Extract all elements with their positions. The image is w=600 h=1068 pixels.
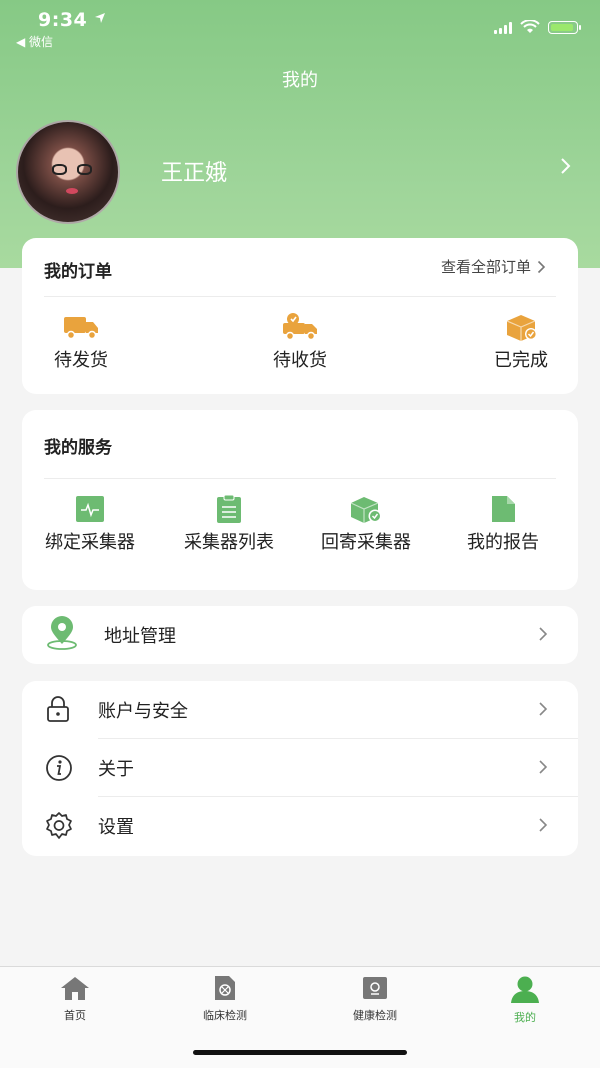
delivery-truck-icon	[283, 313, 317, 341]
address-row[interactable]: 地址管理	[22, 606, 578, 664]
service-device-list-label: 采集器列表	[184, 532, 274, 553]
service-my-report-label: 我的报告	[467, 532, 539, 553]
service-device-list[interactable]: 采集器列表	[163, 494, 295, 554]
account-security-row[interactable]: 账户与安全	[22, 681, 578, 739]
view-all-orders-label: 查看全部订单	[440, 258, 531, 276]
services-card-header: 我的服务	[44, 410, 556, 479]
status-indicators	[494, 20, 581, 34]
settings-card: 账户与安全 关于 设置	[22, 681, 578, 856]
order-completed-label: 已完成	[494, 350, 548, 371]
tab-clinical-test[interactable]: 临床检测	[175, 975, 275, 1023]
signal-icon	[494, 21, 512, 34]
service-bind-device[interactable]: 绑定采集器	[24, 494, 156, 554]
clinical-test-icon	[215, 976, 235, 1000]
user-name: 王正娥	[161, 161, 228, 186]
tab-clinical-test-label: 临床检测	[203, 1009, 247, 1022]
truck-icon	[64, 317, 98, 340]
orders-card-header: 我的订单 查看全部订单	[44, 238, 556, 297]
back-to-app[interactable]: ◀ 微信	[16, 33, 53, 50]
health-test-icon	[363, 977, 387, 999]
info-icon	[46, 755, 72, 781]
home-indicator	[193, 1050, 407, 1055]
tab-home-label: 首页	[64, 1009, 86, 1022]
order-pending-shipment-label: 待发货	[54, 350, 108, 371]
tab-mine[interactable]: 我的	[475, 975, 575, 1025]
return-box-icon	[350, 497, 382, 523]
settings-row[interactable]: 设置	[22, 797, 578, 855]
location-arrow-icon	[95, 13, 105, 23]
service-my-report[interactable]: 我的报告	[437, 494, 569, 554]
avatar[interactable]	[16, 120, 120, 224]
tab-home[interactable]: 首页	[25, 975, 125, 1023]
gear-icon	[46, 812, 72, 839]
services-title: 我的服务	[44, 438, 112, 458]
settings-label: 设置	[98, 817, 134, 838]
order-completed[interactable]: 已完成	[476, 312, 566, 372]
order-pending-receipt[interactable]: 待收货	[255, 312, 345, 372]
tab-mine-label: 我的	[514, 1011, 536, 1024]
package-done-icon	[506, 315, 537, 341]
orders-card: 我的订单 查看全部订单 待发货 待收货 已完成	[22, 238, 578, 394]
bind-device-icon	[76, 496, 104, 522]
orders-title: 我的订单	[44, 262, 112, 282]
location-pin-icon	[47, 616, 77, 650]
account-security-label: 账户与安全	[98, 701, 188, 722]
service-return-device-label: 回寄采集器	[321, 532, 411, 553]
chevron-right-icon	[539, 818, 548, 832]
profile-icon	[511, 976, 539, 1003]
address-card[interactable]: 地址管理	[22, 606, 578, 664]
status-bar: 9:34 ◀ 微信	[0, 0, 600, 50]
tab-health-test-label: 健康检测	[353, 1009, 397, 1022]
order-pending-receipt-label: 待收货	[273, 350, 327, 371]
about-label: 关于	[98, 759, 134, 780]
chevron-right-icon[interactable]	[560, 157, 572, 175]
services-card: 我的服务 绑定采集器 采集器列表 回寄采集器 我的报告	[22, 410, 578, 590]
about-row[interactable]: 关于	[22, 739, 578, 797]
report-file-icon	[492, 496, 515, 522]
tab-health-test[interactable]: 健康检测	[325, 975, 425, 1023]
chevron-right-icon	[539, 702, 548, 716]
service-bind-device-label: 绑定采集器	[45, 532, 135, 553]
clipboard-list-icon	[217, 494, 241, 523]
chevron-right-icon	[539, 760, 548, 774]
home-icon	[61, 977, 89, 1000]
page-title: 我的	[282, 70, 318, 91]
battery-icon	[548, 20, 581, 34]
order-pending-shipment[interactable]: 待发货	[36, 312, 126, 372]
lock-icon	[47, 696, 69, 722]
status-time: 9:34	[38, 9, 88, 31]
service-return-device[interactable]: 回寄采集器	[300, 494, 432, 554]
chevron-right-icon	[539, 627, 548, 641]
wifi-icon	[520, 20, 540, 33]
chevron-right-icon	[537, 260, 546, 273]
view-all-orders-link[interactable]: 查看全部订单	[441, 256, 546, 277]
profile-header[interactable]: 王正娥	[0, 115, 600, 224]
address-label: 地址管理	[104, 626, 176, 647]
